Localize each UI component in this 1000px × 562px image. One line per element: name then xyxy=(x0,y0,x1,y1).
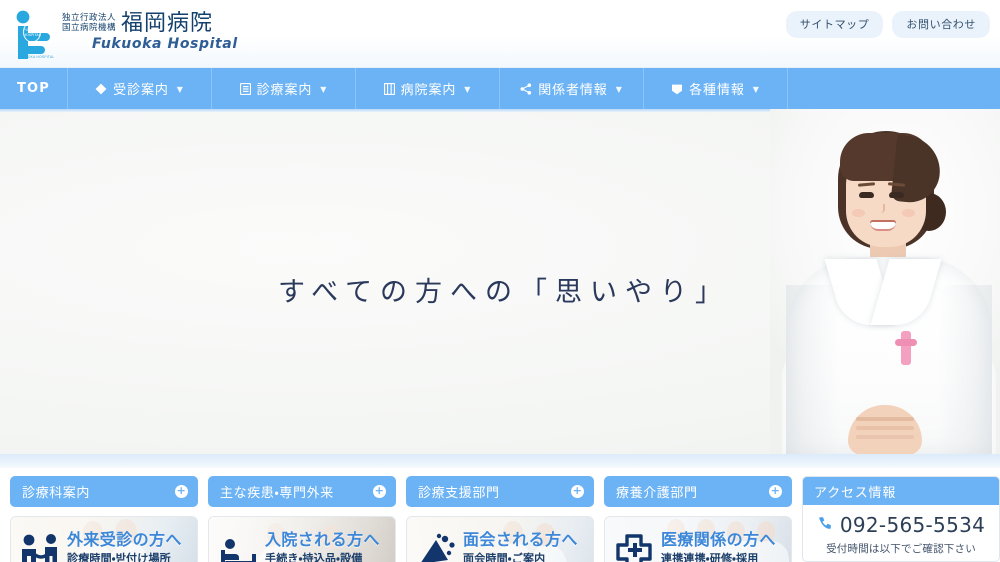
header-utility-links: サイトマップ お問い合わせ xyxy=(785,11,990,38)
nav-label-top: TOP xyxy=(16,81,51,96)
logo-hospital-name-en: Fukuoka Hospital xyxy=(92,36,238,52)
plus-circle-icon: + xyxy=(571,484,584,498)
category-label: 診療支援部門 xyxy=(418,486,500,501)
building-icon xyxy=(383,82,395,95)
section-divider xyxy=(0,454,1000,468)
photo-card-gairai[interactable]: 外来受診の方へ 診療時間・받付け場所 xyxy=(10,516,198,562)
lower-left-column: 診療科案内 + 主な疾患・専門外来 + 診療支援部門 + 療養介護部門 + 外来… xyxy=(10,476,792,562)
plus-circle-icon: + xyxy=(373,484,386,498)
svg-text:HOSPITAL: HOSPITAL xyxy=(23,33,40,37)
logo-org-lines: 独立行政法人 国立病院機構 xyxy=(62,13,116,33)
logo-mark-caption: FUKUOKA HOSPITAL xyxy=(18,55,55,59)
photo-card-title: 面会される方へ xyxy=(463,530,578,549)
nav-label-shinryo-annai: 診療案内 xyxy=(256,83,313,98)
medical-cross-icon xyxy=(612,530,658,562)
category-button-omona-shikkan[interactable]: 主な疾患・専門外来 + xyxy=(208,476,396,507)
phone-icon xyxy=(817,513,834,537)
photo-card-subtitle: 診療時間・받付け場所 xyxy=(67,552,171,562)
nav-label-kankeisha-joho: 関係者情報 xyxy=(538,83,608,98)
hospital-logo-icon: FUKUOKA HOSPITAL FUKUOKA HOSPITAL xyxy=(10,8,56,60)
chevron-down-icon: ▼ xyxy=(320,85,328,94)
site-logo[interactable]: FUKUOKA HOSPITAL FUKUOKA HOSPITAL 独立行政法人… xyxy=(10,8,238,60)
logo-org-line-2: 国立病院機構 xyxy=(62,23,117,33)
category-label: 診療科案内 xyxy=(22,486,91,501)
photo-card-title: 医療関係の方へ xyxy=(661,530,776,549)
lower-section: 診療科案内 + 主な疾患・専門外来 + 診療支援部門 + 療養介護部門 + 外来… xyxy=(0,468,1000,562)
photo-card-title: 外来受診の方へ xyxy=(67,530,182,549)
diamond-icon xyxy=(95,83,107,95)
nav-item-top[interactable]: TOP xyxy=(0,68,68,109)
photo-card-row: 外来受診の方へ 診療時間・받付け場所 入院される方へ 手続き・持込品・設備 面会… xyxy=(10,516,792,562)
photo-card-nyuin[interactable]: 入院される方へ 手続き・持込品・設備 xyxy=(208,516,396,562)
nav-label-byoin-annai: 病院案内 xyxy=(400,83,457,98)
hero-banner: すべての方への「思いやり」 xyxy=(0,109,1000,454)
contact-button[interactable]: お問い合わせ xyxy=(892,11,990,38)
photo-card-menkai[interactable]: 面会される方へ 面会時間・ご案内 xyxy=(406,516,594,562)
nav-item-kakushu-joho[interactable]: 各種情報 ▼ xyxy=(644,68,788,109)
nav-item-kankeisha-joho[interactable]: 関係者情報 ▼ xyxy=(500,68,644,109)
tag-icon xyxy=(671,83,683,95)
category-label: 主な疾患・専門外来 xyxy=(220,486,334,501)
chevron-down-icon: ▼ xyxy=(752,85,760,94)
site-header: FUKUOKA HOSPITAL FUKUOKA HOSPITAL 独立行政法人… xyxy=(0,0,1000,68)
svg-text:FUKUOKA: FUKUOKA xyxy=(23,28,41,32)
chevron-down-icon: ▼ xyxy=(615,85,623,94)
logo-hospital-name-ja: 福岡病院 xyxy=(121,11,214,36)
plus-circle-icon: + xyxy=(769,484,782,498)
access-info-panel: アクセス情報 092-565-5534 受付時間は以下でご確認下さい xyxy=(802,476,1000,562)
photo-card-subtitle: 連携連携・研修・採用 xyxy=(661,552,759,562)
sitemap-button[interactable]: サイトマップ xyxy=(785,11,884,38)
list-icon xyxy=(239,82,251,95)
consultation-icon xyxy=(18,530,64,562)
share-icon xyxy=(520,82,532,95)
main-navigation: TOP 受診案内 ▼ 診療案内 ▼ 病院案内 ▼ 関係者情報 ▼ 各種情報 ▼ xyxy=(0,68,1000,109)
category-button-shinryo-shien[interactable]: 診療支援部門 + xyxy=(406,476,594,507)
nav-item-shinryo-annai[interactable]: 診療案内 ▼ xyxy=(212,68,356,109)
pink-ribbon-icon xyxy=(895,331,917,365)
nav-item-byoin-annai[interactable]: 病院案内 ▼ xyxy=(356,68,500,109)
visit-icon xyxy=(414,530,460,562)
chevron-down-icon: ▼ xyxy=(176,85,184,94)
nav-filler xyxy=(788,68,1000,109)
photo-card-iryo-kankei[interactable]: 医療関係の方へ 連携連携・研修・採用 xyxy=(604,516,792,562)
photo-card-subtitle: 面会時間・ご案内 xyxy=(463,552,546,562)
nav-label-kakushu-joho: 各種情報 xyxy=(689,83,745,98)
category-label: 療養介護部門 xyxy=(616,486,698,501)
access-panel-title: アクセス情報 xyxy=(803,477,999,505)
plus-circle-icon: + xyxy=(175,484,188,498)
category-button-shinryoka-annai[interactable]: 診療科案内 + xyxy=(10,476,198,507)
access-phone-number: 092-565-5534 xyxy=(839,513,986,537)
nav-label-jushin-annai: 受診案内 xyxy=(113,83,169,98)
logo-text: 独立行政法人 国立病院機構 福岡病院 Fukuoka Hospital xyxy=(62,8,238,53)
bed-icon xyxy=(216,530,262,562)
nav-item-jushin-annai[interactable]: 受診案内 ▼ xyxy=(68,68,212,109)
access-phone-row[interactable]: 092-565-5534 xyxy=(811,513,991,537)
category-button-row: 診療科案内 + 主な疾患・専門外来 + 診療支援部門 + 療養介護部門 + xyxy=(10,476,792,507)
hero-nurse-photo xyxy=(770,109,1000,454)
logo-org-line-1: 独立行政法人 xyxy=(62,13,117,23)
chevron-down-icon: ▼ xyxy=(464,85,472,94)
category-button-ryoyo-kaigo[interactable]: 療養介護部門 + xyxy=(604,476,792,507)
photo-card-title: 入院される方へ xyxy=(265,530,380,549)
photo-card-subtitle: 手続き・持込品・設備 xyxy=(265,552,363,562)
access-hours-note: 受付時間は以下でご確認下さい xyxy=(826,543,976,555)
